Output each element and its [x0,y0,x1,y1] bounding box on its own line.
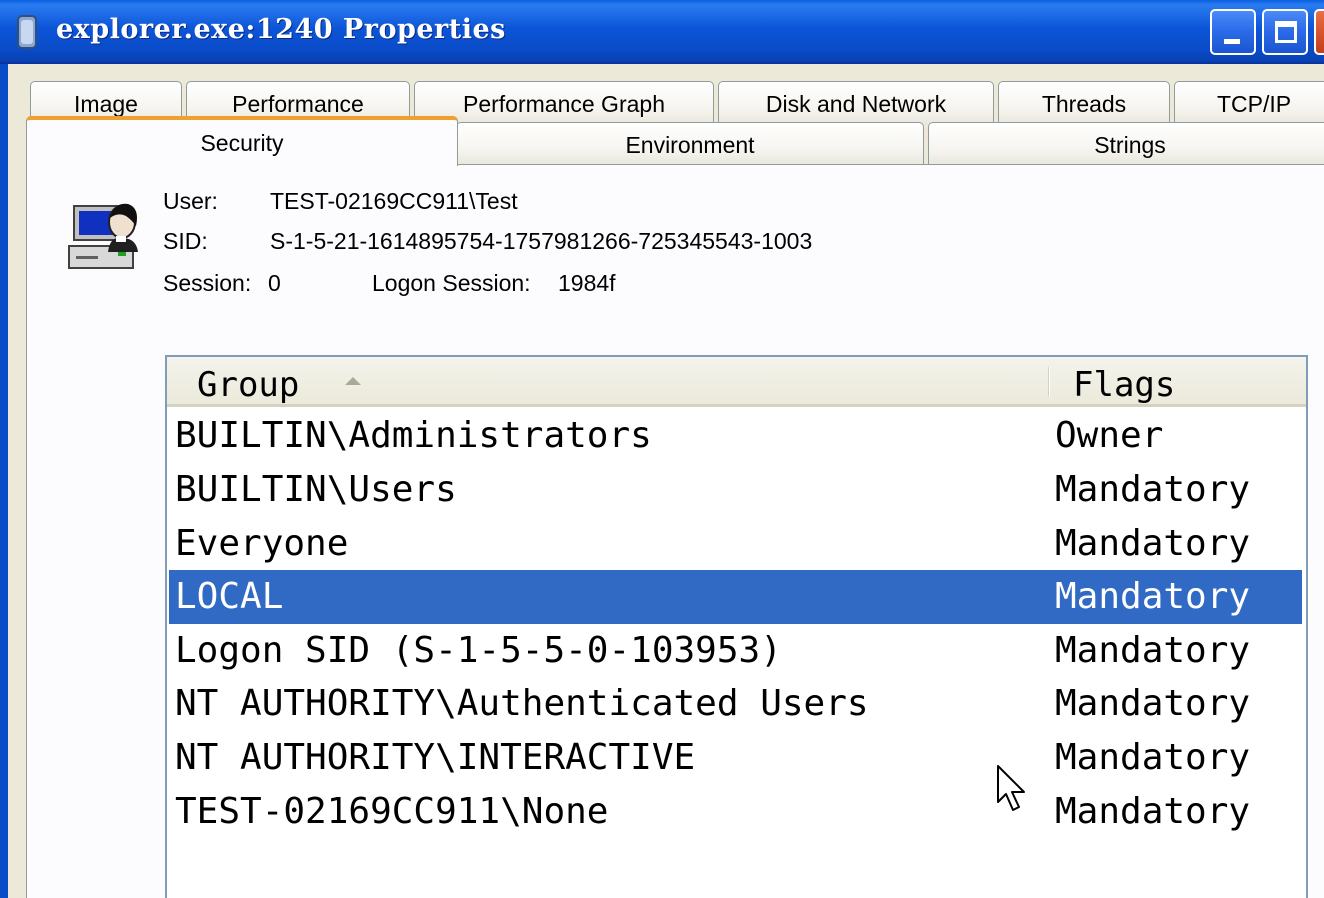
table-row[interactable]: NT AUTHORITY\INTERACTIVE Mandatory [169,731,1302,785]
tab-disk-and-network[interactable]: Disk and Network [718,81,994,125]
groups-list[interactable]: Group Flags BUILTIN\Administrators Owner… [165,355,1308,898]
flags-cell: Owner [1055,415,1164,456]
window-frame [0,64,8,898]
list-header: Group Flags [167,357,1306,407]
group-cell: NT AUTHORITY\Authenticated Users [175,683,869,724]
close-button[interactable] [1314,9,1324,55]
tab-strings[interactable]: Strings [928,122,1324,166]
tab-security[interactable]: Security [26,116,458,166]
group-cell: Logon SID (S-1-5-5-0-103953) [175,630,782,671]
title-bar[interactable]: explorer.exe:1240 Properties [0,0,1324,64]
column-header-flags[interactable]: Flags [1073,365,1175,405]
maximize-icon [1275,21,1297,43]
logon-session-value: 1984f [558,270,616,296]
group-cell: LOCAL [175,576,284,617]
session-label: Session: [163,270,252,296]
sid-value: S-1-5-21-1614895754-1757981266-725345543… [270,228,813,254]
group-cell: BUILTIN\Administrators [175,415,652,456]
minimize-button[interactable] [1210,9,1256,55]
group-cell: BUILTIN\Users [175,469,457,510]
maximize-button[interactable] [1262,9,1308,55]
flags-cell: Mandatory [1055,683,1251,724]
table-row[interactable]: Everyone Mandatory [169,517,1302,571]
flags-cell: Mandatory [1055,523,1251,564]
flags-cell: Mandatory [1055,576,1251,617]
table-row[interactable]: NT AUTHORITY\Authenticated Users Mandato… [169,677,1302,731]
table-row[interactable]: Logon SID (S-1-5-5-0-103953) Mandatory [169,624,1302,678]
window-title: explorer.exe:1240 Properties [56,14,506,45]
minimize-icon [1224,39,1240,44]
sid-label: SID: [163,228,208,254]
tab-environment[interactable]: Environment [456,122,924,166]
column-resize-handle[interactable] [1048,367,1050,397]
flags-cell: Mandatory [1055,630,1251,671]
table-row[interactable]: TEST-02169CC911\None Mandatory [169,785,1302,839]
table-row[interactable]: BUILTIN\Administrators Owner [169,409,1302,463]
table-row[interactable]: BUILTIN\Users Mandatory [169,463,1302,517]
process-icon [17,15,37,49]
table-row-selected[interactable]: LOCAL Mandatory [169,570,1302,624]
group-cell: TEST-02169CC911\None [175,791,609,832]
session-value: 0 [268,270,281,296]
tab-performance-graph[interactable]: Performance Graph [414,81,714,125]
user-label: User: [163,188,218,214]
user-computer-icon [68,203,138,269]
flags-cell: Mandatory [1055,737,1251,778]
group-cell: NT AUTHORITY\INTERACTIVE [175,737,696,778]
column-header-group[interactable]: Group [197,365,299,405]
flags-cell: Mandatory [1055,791,1251,832]
tab-threads[interactable]: Threads [998,81,1170,125]
logon-session-label: Logon Session: [372,270,531,296]
sort-ascending-icon [345,377,361,385]
group-cell: Everyone [175,523,349,564]
user-value: TEST-02169CC911\Test [270,188,518,214]
mouse-pointer-icon [997,765,1025,811]
tab-tcpip[interactable]: TCP/IP [1174,81,1324,125]
flags-cell: Mandatory [1055,469,1251,510]
